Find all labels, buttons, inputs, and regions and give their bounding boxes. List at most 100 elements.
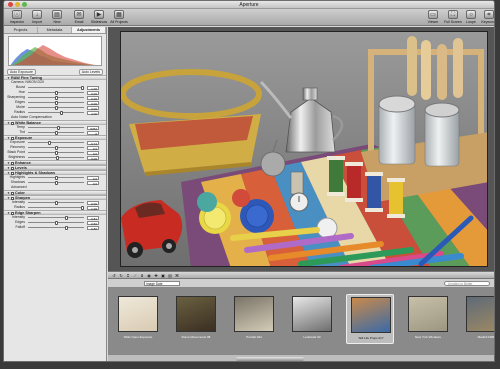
slider-knob[interactable] (54, 100, 58, 105)
slideshow-button[interactable]: ▶ Slideshow (90, 10, 108, 24)
slider-knob[interactable] (54, 200, 58, 205)
slider-knob[interactable] (55, 155, 59, 160)
tab-projects[interactable]: Projects (4, 27, 38, 33)
rotate-right-icon[interactable]: ↻ (119, 273, 123, 278)
value-field[interactable]: 0.00 (87, 95, 99, 101)
crop-icon[interactable]: ⌗ (126, 273, 130, 278)
slider-track[interactable] (28, 227, 84, 228)
import-button[interactable]: ↓ Import (28, 10, 46, 24)
slider-knob[interactable] (54, 95, 58, 100)
value-field[interactable]: 0.06 (87, 155, 99, 161)
thumbnail[interactable]: Still Life Props 017 (346, 294, 394, 344)
thumbnail[interactable]: Portrait 044 (230, 294, 278, 344)
slider-label: Falloff (15, 225, 25, 229)
slider-knob[interactable] (54, 130, 58, 135)
thumbnail-image[interactable] (351, 297, 391, 333)
section-raw-fine-tuning[interactable]: ▼RAW Fine Tuning (4, 75, 106, 80)
stack-icon[interactable]: ▤ (168, 273, 172, 278)
still-life-photo[interactable] (120, 31, 488, 267)
value-field[interactable]: 0.50 (87, 220, 99, 226)
lift-stamp-icon[interactable]: ⬇ (140, 273, 144, 278)
toolbar-label: Viewer (427, 20, 439, 24)
slider-knob[interactable] (59, 110, 63, 115)
browser-scrollbar[interactable] (108, 354, 494, 361)
slider-knob[interactable] (54, 175, 58, 180)
value-field[interactable]: 1.00 (87, 205, 99, 211)
value-field[interactable]: -0.74 (87, 140, 99, 146)
compare-icon[interactable]: ▣ (161, 273, 165, 278)
slider-knob[interactable] (81, 85, 84, 90)
slider-knob[interactable] (54, 220, 58, 225)
slider-knob[interactable] (81, 205, 84, 210)
slider-knob[interactable] (57, 125, 61, 130)
thumbnail-image[interactable] (408, 296, 448, 332)
loupe-button[interactable]: ○ Loupe (462, 10, 480, 24)
auto-exposure-button[interactable]: Auto Exposure (7, 68, 36, 75)
value-field[interactable]: 0.00 (87, 100, 99, 106)
thumbnail-image[interactable] (292, 296, 332, 332)
tab-adjustments[interactable]: Adjustments (72, 27, 106, 33)
thumbnail-caption: Madrid 0486 (477, 335, 495, 339)
viewer-button[interactable]: ▭ Viewer (424, 10, 442, 24)
keyword-icon[interactable]: ⌘ (175, 273, 179, 278)
value-field[interactable]: 0 (87, 130, 99, 136)
image-viewer[interactable] (108, 27, 494, 271)
slider-track[interactable] (28, 207, 84, 208)
value-field[interactable]: 5752 K (87, 125, 99, 135)
tab-metadata[interactable]: Metadata (38, 27, 72, 33)
thumbnail[interactable]: Madrid 0486 (462, 294, 495, 344)
slider-track[interactable] (28, 112, 84, 113)
slider-track[interactable] (28, 217, 84, 218)
thumbnail-image[interactable] (176, 296, 216, 332)
slider-knob[interactable] (65, 225, 69, 230)
aperture-window: Aperture ⓘ Inspector ↓ Import ▤ New ✉ Email ▶ Sli… (3, 0, 495, 362)
red-eye-icon[interactable]: ◉ (147, 273, 151, 278)
inspector-button[interactable]: ⓘ Inspector (8, 10, 26, 24)
slider-knob[interactable] (54, 145, 58, 150)
thumbnail-image[interactable] (234, 296, 274, 332)
value-field[interactable]: 4.00 (87, 110, 99, 116)
keywords-button[interactable]: ⌗Keywords (480, 10, 495, 24)
slider-knob[interactable] (54, 150, 58, 155)
toolbar-label: Keywords (481, 20, 495, 24)
slider-knob[interactable] (54, 90, 58, 95)
full-screen-icon: ⛶ (448, 10, 458, 19)
slider-knob[interactable] (54, 180, 58, 185)
slider-knob[interactable] (65, 215, 69, 220)
slider-track[interactable] (28, 87, 84, 88)
slider-knob[interactable] (48, 140, 52, 145)
slider-knob[interactable] (54, 105, 58, 110)
thumbnail[interactable]: New York Windows (404, 294, 452, 344)
email-button[interactable]: ✉ Email (70, 10, 88, 24)
value-field[interactable]: 0.0 (87, 175, 99, 181)
disclosure-triangle-icon[interactable]: ▼ (7, 76, 10, 80)
slider-track[interactable] (28, 127, 84, 128)
toolbar: ⓘ Inspector ↓ Import ▤ New ✉ Email ▶ Slideshow ▦ Al… (4, 9, 494, 26)
rotate-left-icon[interactable]: ↺ (112, 273, 116, 278)
scroll-thumb[interactable] (236, 356, 304, 361)
value-field[interactable]: 0.00 (87, 90, 99, 96)
slider-track[interactable] (28, 142, 84, 143)
slider-row: Radius 4.00 (4, 110, 106, 116)
value-field[interactable]: 0.81 (87, 215, 99, 221)
all-projects-button[interactable]: ▦ All Projects (110, 10, 128, 24)
value-field[interactable]: 0.0 (87, 180, 99, 186)
value-field[interactable]: 0.80 (87, 225, 99, 231)
value-field[interactable]: 0.0 (87, 150, 99, 156)
value-field[interactable]: 0.0 (87, 145, 99, 151)
value-field[interactable]: 0.00 (87, 200, 99, 206)
value-field[interactable]: 1.00 (87, 85, 99, 91)
thumbnail[interactable]: Wide Open Exposure (114, 294, 162, 344)
value-field[interactable]: 0.00 (87, 105, 99, 111)
straighten-icon[interactable]: ⟋ (133, 273, 137, 278)
auto-levels-button[interactable]: Auto Levels (78, 68, 103, 75)
sort-select[interactable]: Image Date (144, 280, 180, 286)
thumbnail[interactable]: Lenticular 03 (288, 294, 336, 344)
thumbnail[interactable]: Rome Monuments 08 (172, 294, 220, 344)
thumbnail-image[interactable] (118, 296, 158, 332)
new-button[interactable]: ▤ New (48, 10, 66, 24)
search-field[interactable]: Unrated or Better (444, 280, 490, 286)
spot-patch-icon[interactable]: ✚ (154, 273, 158, 278)
full-screen-button[interactable]: ⛶ Full Screen (444, 10, 462, 24)
thumbnail-image[interactable] (466, 296, 494, 332)
